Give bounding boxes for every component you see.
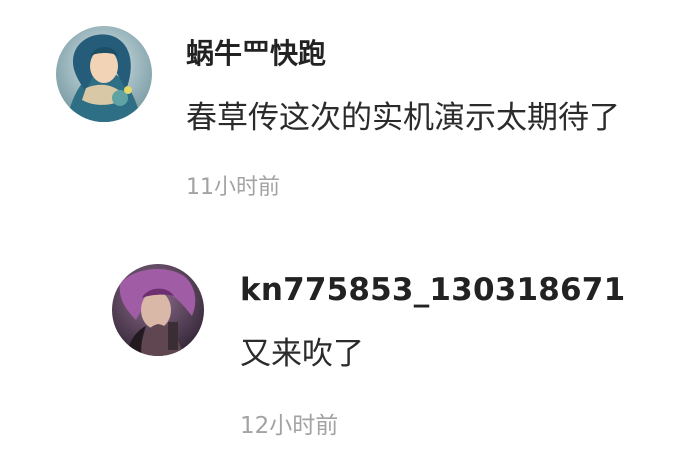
comment-timestamp: 11小时前 [186,175,280,200]
reply-timestamp: 12小时前 [240,413,339,439]
reply-username[interactable]: kn775853_130318671 [240,270,625,310]
comment-thread: 蜗牛罒快跑 春草传这次的实机演示太期待了 11小时前 kn775853_1303… [0,0,682,458]
user-avatar-icon[interactable] [56,26,152,122]
user-avatar-icon[interactable] [112,264,204,356]
comment-username[interactable]: 蜗牛罒快跑 [186,36,326,72]
comment-text: 春草传这次的实机演示太期待了 [186,100,620,136]
comment-item: 蜗牛罒快跑 春草传这次的实机演示太期待了 11小时前 [56,22,656,212]
reply-text: 又来吹了 [240,336,364,372]
reply-item: kn775853_130318671 又来吹了 12小时前 [112,262,652,452]
